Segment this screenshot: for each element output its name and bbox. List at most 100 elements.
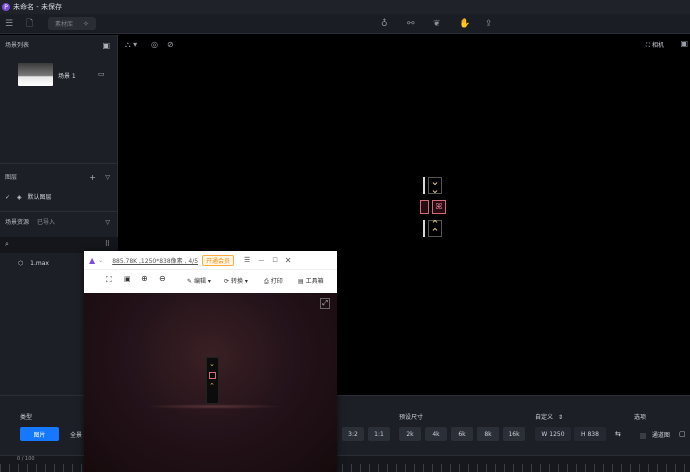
size-8k-button[interactable]: 8k [477,427,499,441]
screenshot-icon[interactable]: ▣ [680,39,688,48]
print-button[interactable]: ⎙ 打印 [264,276,283,286]
type-image-button[interactable]: 图片 [20,427,59,441]
size-2k-button[interactable]: 2k [399,427,421,441]
type-panorama-label: 全景 [69,431,82,439]
ratio-1-1-label: 1:1 [374,430,384,438]
minimize-icon[interactable]: — [258,257,264,264]
fullscreen-icon[interactable]: ⛶ [106,275,112,285]
sparkle-icon[interactable]: ✧ [83,14,89,34]
assets-header: 场景资源 已导入 ▽ [0,216,118,230]
size-2k-label: 2k [406,430,414,438]
hand-icon[interactable]: ✋ [459,14,470,34]
ratio-3-2-button[interactable]: 3:2 [342,427,364,441]
edit-button[interactable]: ✎ 编辑 ▾ [187,276,211,285]
height-input[interactable]: H 838 [574,427,606,441]
image-viewer-window[interactable]: ▲ ⌄ 885.78K ,1250*838像素 , 4/5 开通会员 ☰ — ☐… [84,251,337,472]
camera-label: 相机 [651,42,664,49]
channel-option-label: 通道图 [651,432,670,439]
viewer-menu-icon[interactable]: ☰ [244,256,250,264]
search-icon: ⌕ [5,240,9,248]
ratio-1-1-button[interactable]: 1:1 [368,427,390,441]
default-layer-row[interactable]: ✓ ◈ 默认图层 [5,192,52,201]
leaf-icon[interactable]: ❦ [433,14,441,34]
options-label: 选项 [634,414,647,421]
globe-icon[interactable]: ◎ [151,40,158,49]
layer-icon: ◈ [16,194,22,201]
more-options-icon[interactable]: ▢ [679,430,686,438]
size-8k-label: 8k [484,430,492,438]
chevron-up-icon: ⌃ ⌃ [428,219,442,238]
grid-view-icon[interactable]: ⠿ [105,240,110,248]
share-icon[interactable]: ⇪ [485,14,493,34]
rendered-sign-model: ⌄ ⌃ [206,357,219,404]
camera-button[interactable]: ⛶ 相机 [646,40,664,50]
default-layer-label: 默认图层 [27,194,52,201]
render-chevron-up-icon: ⌃ [209,382,215,390]
collapse-assets-icon[interactable]: ▽ [105,216,110,230]
custom-size-text: 自定义 [535,414,554,421]
window-title: 未命名 - 未保存 [13,3,62,11]
swap-icon[interactable]: ⇆ [615,430,621,438]
layers-header: 图层 + ▽ [0,171,118,185]
sign-model[interactable]: ⌄ ⌄ ꕤ ⌃ ⌃ [420,176,446,238]
asset-file-name: 1.max [30,260,49,267]
vip-badge[interactable]: 开通会员 [202,254,235,266]
rendered-image: ⤢ ⌄ ⌃ [84,293,337,472]
title-bar: P 未命名 - 未保存 [0,0,690,14]
custom-size-label: 自定义 ⇕ [535,412,563,421]
size-6k-label: 6k [458,430,466,438]
size-6k-button[interactable]: 6k [451,427,473,441]
collapse-layers-icon[interactable]: ▽ [105,171,110,185]
sort-icon[interactable]: ⇕ [558,414,563,421]
edit-label: 编辑 [193,278,206,285]
width-input[interactable]: W 1250 [535,427,571,441]
width-prefix: W [541,430,548,438]
assets-imported-tab[interactable]: 已导入 [37,219,55,226]
channel-option[interactable]: 通道图 [640,430,670,439]
zoom-in-icon[interactable]: ⊕ [141,274,148,283]
asset-file-item[interactable]: ⬡ 1.max [18,260,49,267]
close-icon[interactable]: ✕ [285,256,292,265]
scene-item-label[interactable]: 场景 1 [58,71,76,80]
file-icon[interactable]: 🗋 [26,14,33,34]
app-logo: P [2,3,10,11]
toolbox-label: 工具箱 [305,278,324,285]
size-16k-button[interactable]: 16k [503,427,525,441]
camera-icon[interactable]: ▭ [98,70,105,78]
layers-title: 图层 [5,174,18,181]
node-icon[interactable]: ⚯ [407,14,415,34]
scene-thumbnail[interactable] [18,63,53,86]
size-16k-label: 16k [508,430,520,438]
maximize-icon[interactable]: ☐ [272,257,277,264]
add-scene-icon[interactable]: ▣ [102,39,110,53]
height-prefix: H [581,430,586,438]
menu-icon[interactable]: ☰ [5,14,13,34]
viewer-logo-icon: ▲ [89,255,96,265]
render-chevron-down-icon: ⌄ [209,360,215,368]
bulb-icon[interactable]: ♁ [381,14,388,34]
height-value: 838 [587,430,599,438]
hide-icon[interactable]: ⊘ [167,40,174,49]
timeline-counter: 0 / 100 [17,456,35,462]
transform-icon[interactable]: ⛬ ▾ [125,40,137,50]
asset-library-label: 素材库 [55,21,74,28]
add-layer-icon[interactable]: + [89,171,96,185]
viewer-dropdown-icon[interactable]: ⌄ [98,257,103,264]
ratio-3-2-label: 3:2 [348,430,358,438]
size-4k-button[interactable]: 4k [425,427,447,441]
focus-icon: ⛶ [645,42,651,49]
chevron-down-icon: ⌄ ⌄ [428,176,442,195]
channel-checkbox[interactable] [640,432,646,439]
scene-list-title: 场景列表 [5,42,30,49]
expand-icon[interactable]: ⤢ [320,298,330,309]
zoom-out-icon[interactable]: ⊖ [159,274,166,283]
toolbox-button[interactable]: ▤ 工具箱 [298,276,324,285]
type-label: 类型 [20,414,33,421]
red-ornament-left [420,200,429,214]
assets-title[interactable]: 场景资源 [5,219,29,226]
actual-size-icon[interactable]: ▣ [124,275,131,283]
convert-button[interactable]: ⟳ 转换 ▾ [224,276,248,285]
red-sign-icon: ꕤ [432,200,446,214]
check-icon: ✓ [5,194,11,201]
convert-label: 转换 [230,278,243,285]
